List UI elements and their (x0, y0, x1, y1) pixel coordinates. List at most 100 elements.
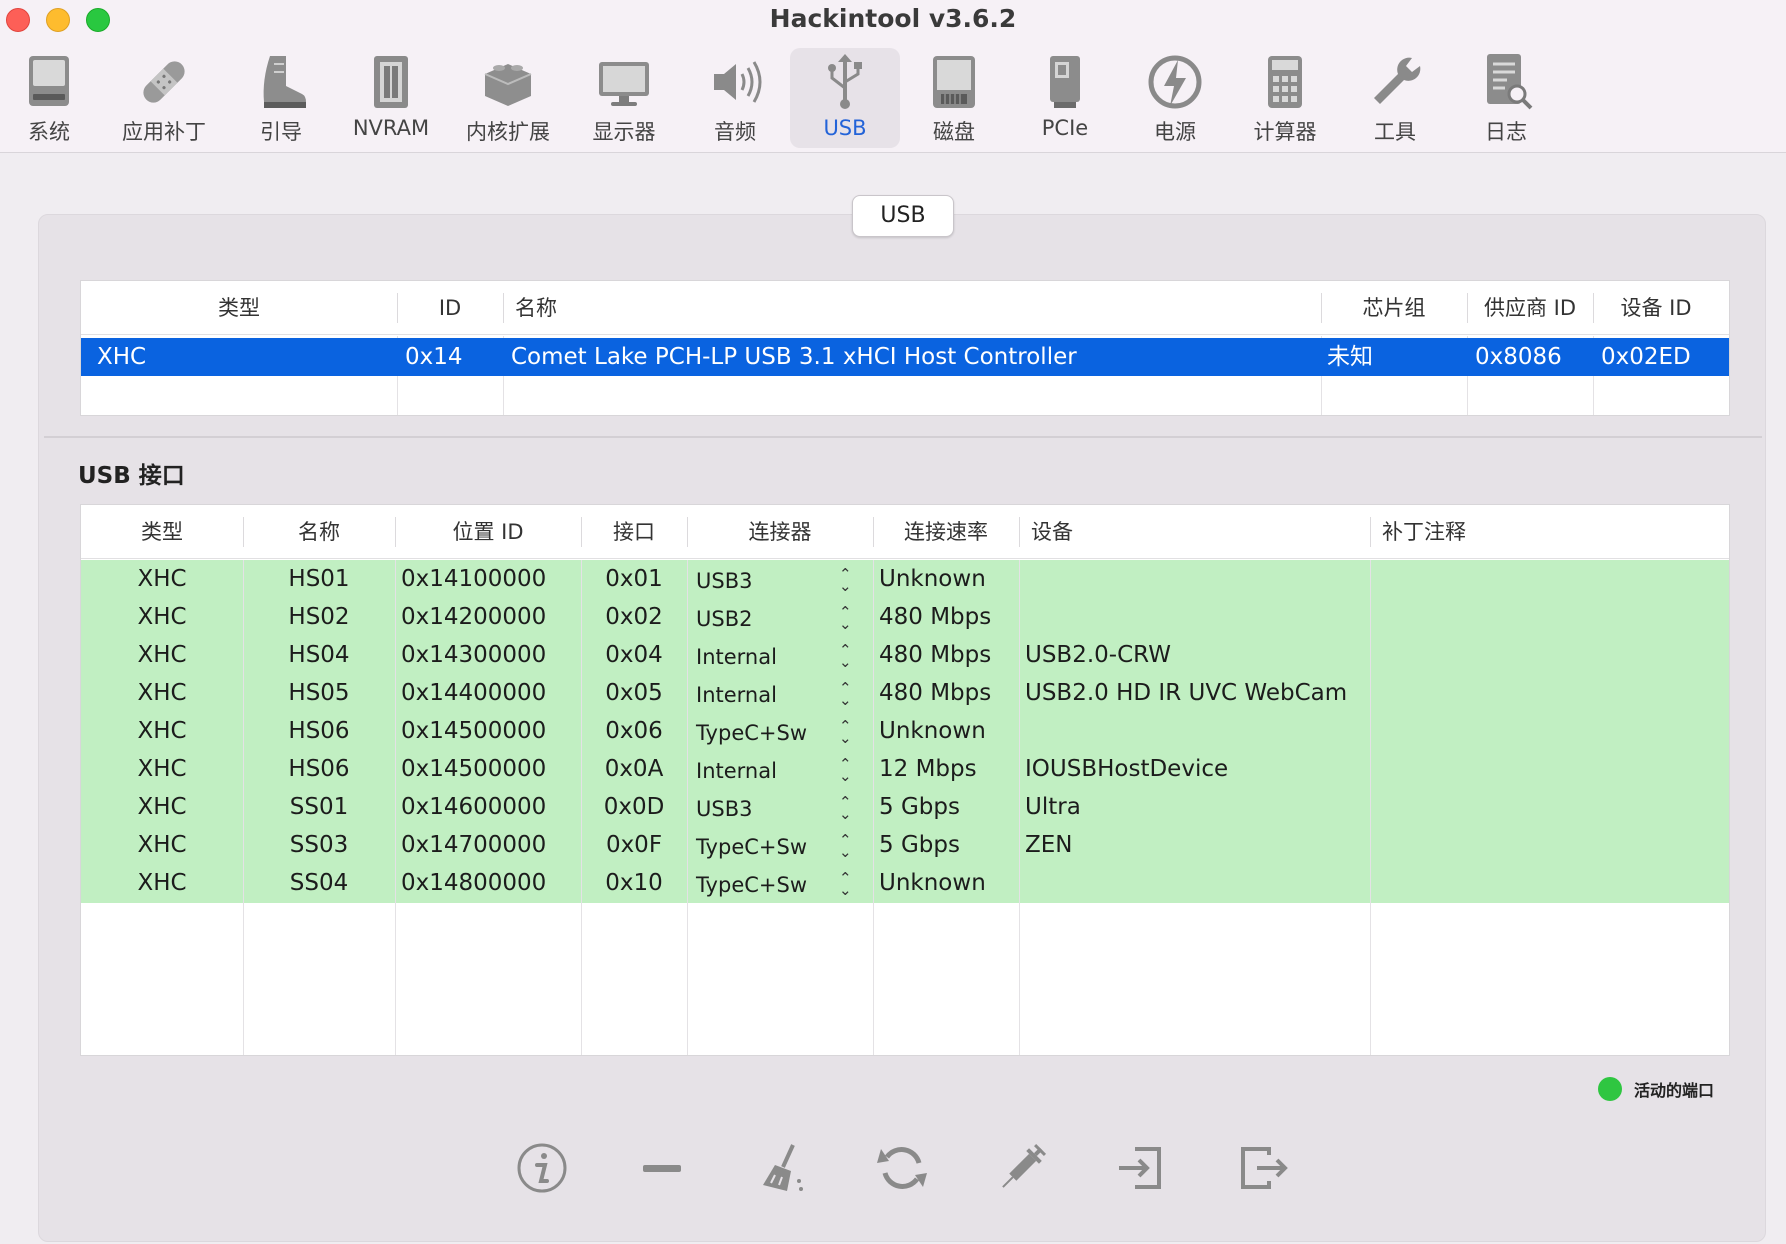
nvram-icon (374, 56, 408, 108)
chevron-updown-icon[interactable]: ⌃ ⌄ (839, 757, 852, 784)
chevron-updown-icon[interactable]: ⌃ ⌄ (839, 643, 852, 670)
connector-select[interactable]: TypeC+Sw (696, 866, 807, 904)
active-status-dot (1598, 1077, 1622, 1101)
system-icon (29, 56, 69, 106)
table-row[interactable]: XHC SS01 0x14600000 0x0D USB3 ⌃ ⌄ 5 Gbps … (81, 788, 1729, 826)
toolbar-item-disk[interactable]: 磁盘 (899, 48, 1009, 148)
tab-usb[interactable]: USB (852, 195, 954, 237)
controllers-table: 类型 ID 名称 芯片组 供应商 ID 设备 ID XHC 0x14 Comet… (80, 280, 1730, 416)
toolbar-label: 显示器 (592, 120, 656, 144)
column-header-chipset[interactable]: 芯片组 (1321, 281, 1467, 335)
table-row[interactable]: XHC HS06 0x14500000 0x0A Internal ⌃ ⌄ 12 … (81, 750, 1729, 788)
legend-label: 活动的端口 (1634, 1081, 1715, 1100)
chevron-updown-icon[interactable]: ⌃ ⌄ (839, 719, 852, 746)
connector-select[interactable]: Internal (696, 676, 777, 714)
toolbar-item-display[interactable]: 显示器 (569, 48, 679, 148)
connector-select[interactable]: USB3 (696, 790, 752, 828)
connector-select[interactable]: TypeC+Sw (696, 714, 807, 752)
toolbar-label: 工具 (1374, 120, 1416, 144)
toolbar-label: 内核扩展 (466, 120, 550, 144)
table-row[interactable]: XHC SS03 0x14700000 0x0F TypeC+Sw ⌃ ⌄ 5 G… (81, 826, 1729, 864)
power-icon (1148, 55, 1202, 109)
connector-select[interactable]: USB3 (696, 562, 752, 600)
toolbar-item-log[interactable]: 日志 (1451, 48, 1561, 148)
table-row[interactable]: XHC HS06 0x14500000 0x06 TypeC+Sw ⌃ ⌄ Unk… (81, 712, 1729, 750)
pcie-icon (1050, 56, 1080, 108)
toolbar-item-nvram[interactable]: NVRAM (336, 48, 446, 148)
chevron-updown-icon[interactable]: ⌃ ⌄ (839, 833, 852, 860)
column-header-type[interactable]: 类型 (81, 281, 397, 335)
display-icon (599, 62, 649, 106)
toolbar-label: 应用补丁 (122, 120, 206, 144)
chevron-updown-icon[interactable]: ⌃ ⌄ (839, 795, 852, 822)
table-row[interactable]: XHC SS04 0x14800000 0x10 TypeC+Sw ⌃ ⌄ Unk… (81, 864, 1729, 902)
refresh-button[interactable] (872, 1138, 932, 1198)
section-divider (44, 436, 1762, 438)
toolbar-label: 日志 (1485, 120, 1527, 144)
remove-button[interactable] (632, 1138, 692, 1198)
controllers-table-header: 类型 ID 名称 芯片组 供应商 ID 设备 ID (81, 281, 1729, 335)
table-row[interactable]: XHC HS05 0x14400000 0x05 Internal ⌃ ⌄ 480… (81, 674, 1729, 712)
toolbar-label: PCIe (1041, 116, 1089, 140)
bandage-icon (143, 61, 185, 103)
usb-icon (828, 54, 862, 109)
chevron-updown-icon[interactable]: ⌃ ⌄ (839, 605, 852, 632)
column-header-connector[interactable]: 连接器 (687, 505, 873, 559)
boot-icon (263, 56, 306, 108)
column-header-comment[interactable]: 补丁注释 (1370, 505, 1720, 559)
chevron-updown-icon[interactable]: ⌃ ⌄ (839, 681, 852, 708)
toolbar-item-boot[interactable]: 引导 (226, 48, 336, 148)
chevron-updown-icon[interactable]: ⌃ ⌄ (839, 567, 852, 594)
connector-select[interactable]: TypeC+Sw (696, 828, 807, 866)
toolbar-item-usb[interactable]: USB (790, 48, 900, 148)
clean-button[interactable] (752, 1138, 812, 1198)
toolbar-item-calculator[interactable]: 计算器 (1230, 48, 1340, 148)
usb-ports-table-header: 类型 名称 位置 ID 接口 连接器 连接速率 设备 补丁注释 (81, 505, 1729, 559)
connector-select[interactable]: USB2 (696, 600, 752, 638)
wrench-icon (1374, 57, 1421, 104)
import-button[interactable] (1112, 1138, 1172, 1198)
column-header-vendor-id[interactable]: 供应商 ID (1467, 281, 1593, 335)
info-button[interactable] (512, 1138, 572, 1198)
toolbar-label: 磁盘 (933, 120, 975, 144)
toolbar-item-pcie[interactable]: PCIe (1010, 48, 1120, 148)
toolbar-label: 引导 (260, 120, 302, 144)
column-header-port[interactable]: 接口 (581, 505, 687, 559)
toolbar-item-audio[interactable]: 音频 (680, 48, 790, 148)
broom-icon (763, 1144, 803, 1191)
table-row[interactable]: XHC HS01 0x14100000 0x01 USB3 ⌃ ⌄ Unknown (81, 560, 1729, 598)
minus-icon (643, 1165, 681, 1172)
window-title: Hackintool v3.6.2 (769, 4, 1017, 33)
connector-select[interactable]: Internal (696, 638, 777, 676)
toolbar-label: 计算器 (1253, 120, 1317, 144)
column-header-speed[interactable]: 连接速率 (873, 505, 1019, 559)
chevron-updown-icon[interactable]: ⌃ ⌄ (839, 871, 852, 898)
inject-button[interactable] (992, 1138, 1052, 1198)
column-header-device[interactable]: 设备 (1019, 505, 1370, 559)
column-header-id[interactable]: ID (397, 281, 503, 335)
toolbar-item-patch[interactable]: 应用补丁 (109, 48, 219, 148)
toolbar-label: 音频 (714, 120, 756, 144)
kext-icon (484, 64, 532, 106)
import-icon (1119, 1147, 1161, 1189)
connector-select[interactable]: Internal (696, 752, 777, 790)
info-icon (517, 1143, 567, 1193)
toolbar-item-tools[interactable]: 工具 (1340, 48, 1450, 148)
column-header-type[interactable]: 类型 (81, 505, 243, 559)
main-toolbar: 系统 应用补丁 引导 NVRAM 内核扩展 显示器 音频 USB 磁盘 PCIe… (0, 44, 1786, 149)
table-row[interactable]: XHC HS04 0x14300000 0x04 Internal ⌃ ⌄ 480… (81, 636, 1729, 674)
table-row[interactable]: XHC 0x14 Comet Lake PCH-LP USB 3.1 xHCI … (81, 338, 1729, 376)
export-button[interactable] (1232, 1138, 1292, 1198)
column-header-device-id[interactable]: 设备 ID (1593, 281, 1719, 335)
usb-ports-table: 类型 名称 位置 ID 接口 连接器 连接速率 设备 补丁注释 XHC HS01… (80, 504, 1730, 1056)
toolbar-label: 电源 (1154, 120, 1196, 144)
toolbar-item-system[interactable]: 系统 (0, 48, 104, 148)
toolbar-item-power[interactable]: 电源 (1120, 48, 1230, 148)
table-row[interactable]: XHC HS02 0x14200000 0x02 USB2 ⌃ ⌄ 480 Mbp… (81, 598, 1729, 636)
toolbar-label: USB (823, 116, 867, 140)
export-icon (1241, 1147, 1288, 1189)
column-header-name[interactable]: 名称 (243, 505, 395, 559)
column-header-name[interactable]: 名称 (503, 281, 1321, 335)
column-header-location-id[interactable]: 位置 ID (395, 505, 581, 559)
toolbar-item-kext[interactable]: 内核扩展 (453, 48, 563, 148)
